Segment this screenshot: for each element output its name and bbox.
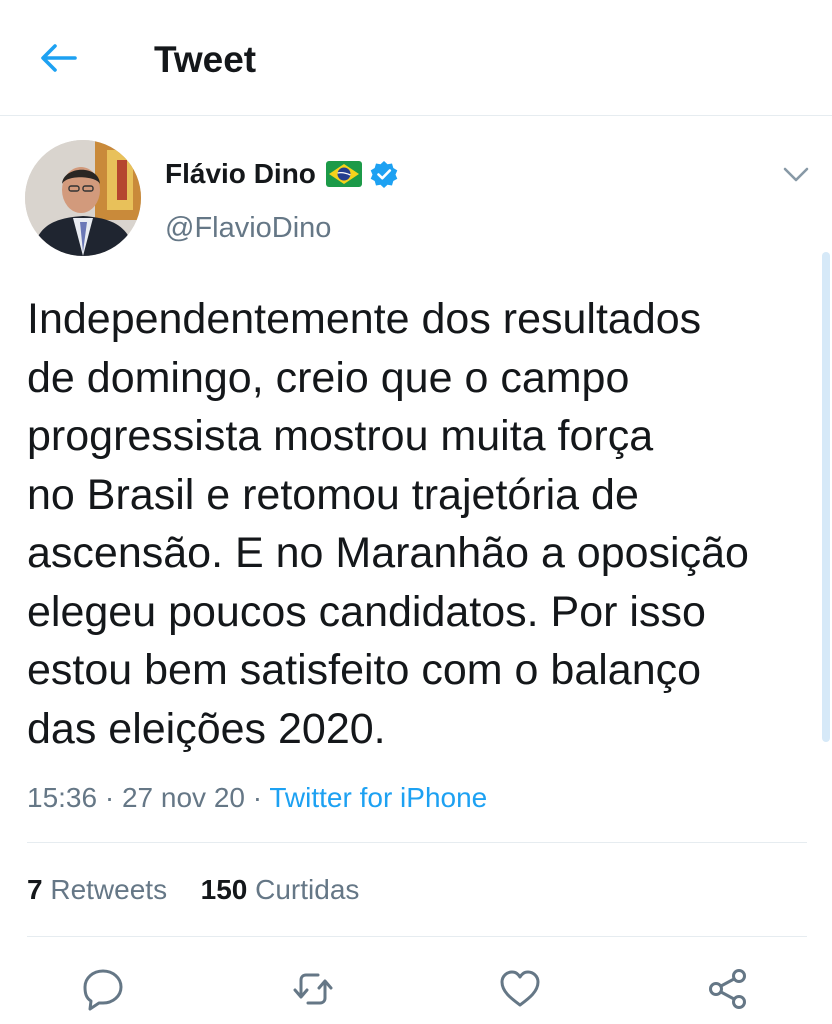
author-handle[interactable]: @FlavioDino (165, 208, 331, 248)
tweet-metadata: 15:36 · 27 nov 20 · Twitter for iPhone (27, 778, 487, 818)
avatar[interactable] (25, 140, 141, 256)
tweet-line: elegeu poucos candidatos. Por isso (27, 587, 706, 636)
tweet-line: Independentemente dos resultados (27, 295, 702, 343)
back-button[interactable] (34, 38, 82, 78)
tweet-line: ascensão. E no Maranhão a oposição (27, 529, 749, 577)
engagement-stats: 7 Retweets 150 Curtidas (27, 870, 359, 910)
share-icon (709, 969, 746, 1009)
verified-badge-icon (370, 160, 398, 188)
tweet-line: estou bem satisfeito com o balanço (27, 646, 702, 694)
likes-count: 150 (200, 874, 248, 905)
likes-label: Curtidas (255, 874, 360, 905)
tweet-source-link[interactable]: Twitter for iPhone (269, 782, 487, 813)
meta-separator: · (104, 782, 115, 813)
like-icon (500, 970, 540, 1007)
meta-separator: · (252, 782, 263, 813)
reply-icon (83, 969, 123, 1011)
scrollbar[interactable] (822, 252, 830, 742)
tweet-time: 15:36 (27, 782, 98, 813)
tweet-text: Independentemente dos resultados de domi… (27, 290, 817, 758)
author-row[interactable]: Flávio Dino (165, 152, 398, 196)
action-bar (0, 960, 832, 1020)
tweet-line: progressista mostrou muita força (27, 412, 654, 460)
tweet-line: de domingo, creio que o campo (27, 353, 630, 402)
retweets-stat[interactable]: 7 Retweets (27, 874, 175, 905)
tweet-line: no Brasil e retomou trajetória de (27, 470, 639, 519)
profile-photo (25, 140, 141, 256)
top-bar: Tweet (0, 0, 832, 116)
like-button[interactable] (497, 966, 543, 1012)
reply-button[interactable] (80, 966, 126, 1012)
retweet-button[interactable] (290, 966, 336, 1012)
retweets-count: 7 (27, 874, 43, 905)
tweet-line: das eleições 2020. (27, 704, 386, 753)
more-options-button[interactable] (780, 160, 812, 188)
likes-stat[interactable]: 150 Curtidas (201, 874, 360, 905)
divider (27, 936, 807, 937)
chevron-down-icon (783, 167, 809, 182)
brazil-flag-icon (325, 161, 362, 187)
tweet-date: 27 nov 20 (121, 782, 245, 813)
author-name: Flávio Dino (165, 158, 316, 189)
retweets-label: Retweets (50, 874, 168, 905)
share-button[interactable] (705, 966, 751, 1012)
retweet-icon (293, 973, 333, 1005)
page-title: Tweet (154, 39, 257, 80)
divider (27, 842, 807, 843)
arrow-left-icon (41, 44, 77, 72)
